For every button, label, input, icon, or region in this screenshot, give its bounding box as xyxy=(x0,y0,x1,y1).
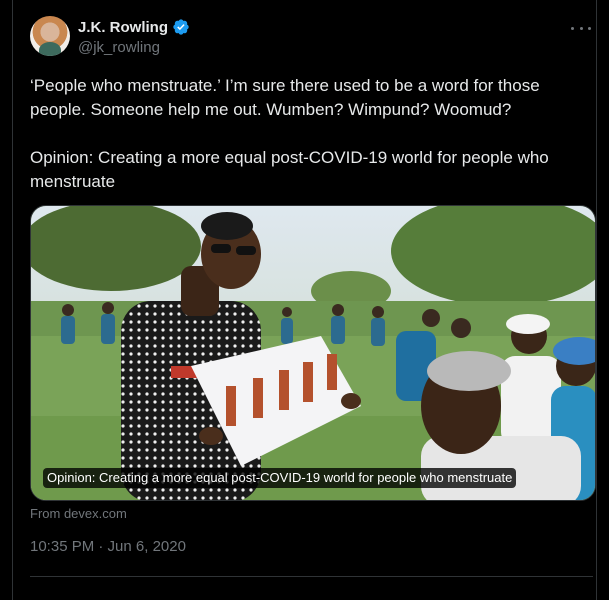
more-options-icon[interactable] xyxy=(571,22,591,34)
article-photo-icon xyxy=(31,206,595,500)
link-card-image[interactable]: Opinion: Creating a more equal post-COVI… xyxy=(30,205,596,501)
tweet-timestamp[interactable]: 10:35 PM · Jun 6, 2020 xyxy=(30,538,186,555)
more-dot xyxy=(588,26,591,30)
verified-badge-icon xyxy=(173,19,189,35)
tweet-header: J.K. Rowling @jk_rowling xyxy=(30,16,593,62)
divider xyxy=(30,576,593,577)
tweet-text: ‘People who menstruate.’ I’m sure there … xyxy=(30,76,549,191)
author-handle[interactable]: @jk_rowling xyxy=(78,39,160,56)
author-name-row[interactable]: J.K. Rowling xyxy=(78,18,190,36)
author-name[interactable]: J.K. Rowling xyxy=(78,19,168,36)
link-card-caption[interactable]: Opinion: Creating a more equal post-COVI… xyxy=(43,468,517,488)
more-dot xyxy=(571,26,574,30)
avatar[interactable] xyxy=(30,16,70,56)
more-dot xyxy=(579,26,583,30)
link-source[interactable]: From devex.com xyxy=(30,506,127,521)
